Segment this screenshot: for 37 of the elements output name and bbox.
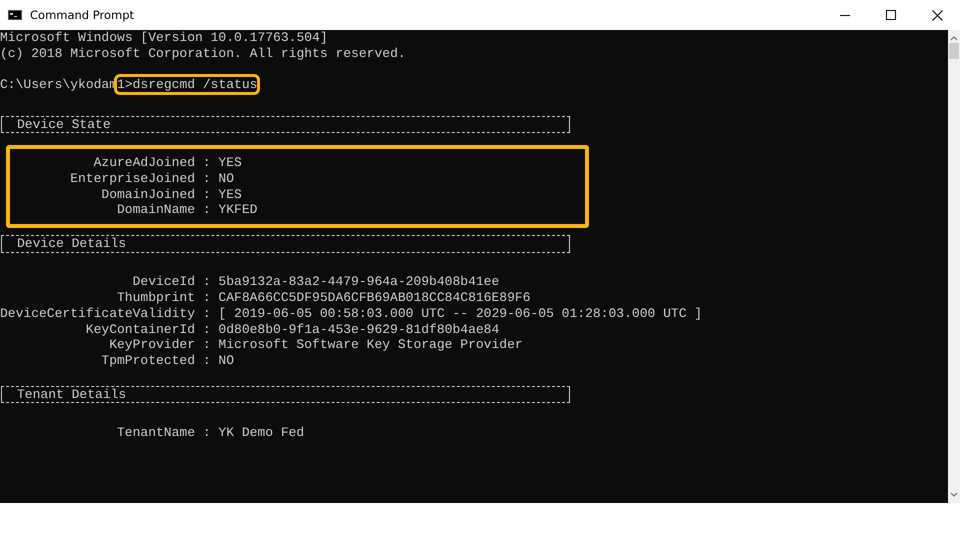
scrollbar[interactable] (948, 30, 960, 503)
field-label: DomainName : (116, 202, 211, 218)
field-value: 0d80e8b0-9f1a-453e-9629-81df80b4ae84 (218, 322, 500, 338)
console-line: (c) 2018 Microsoft Corporation. All rights reserved. (0, 46, 406, 61)
field-label: KeyProvider : (108, 337, 211, 353)
field-value: YKFED (218, 202, 258, 218)
field-label: TpmProtected : (100, 353, 211, 369)
console-icon (8, 10, 22, 20)
field-value: YK Demo Fed (218, 425, 304, 441)
field-value: Microsoft Software Key Storage Provider (218, 337, 523, 353)
field-label: EnterpriseJoined : (69, 170, 211, 186)
field-value: YES (218, 155, 242, 171)
console-line: Microsoft Windows [Version 10.0.17763.504] (0, 30, 328, 45)
field-label: DomainJoined : (100, 186, 211, 202)
section-title: Device State (17, 116, 111, 132)
scroll-up-icon[interactable] (950, 35, 958, 41)
section-title: Tenant Details (17, 386, 126, 402)
scroll-thumb[interactable] (949, 43, 959, 59)
field-value: [ 2019-06-05 00:58:03.000 UTC -- 2029-06-05 01:28:03.000 UTC ] (218, 306, 702, 322)
window-title: Command Prompt (30, 8, 134, 22)
scroll-down-icon[interactable] (950, 492, 958, 498)
field-label: Thumbprint : (116, 290, 211, 306)
field-value: NO (218, 170, 234, 186)
field-value: 5ba9132a-83a2-4479-964a-209b408b41ee (218, 274, 500, 290)
close-icon (932, 10, 942, 20)
field-label: DeviceCertificateValidity : (0, 306, 211, 322)
field-label: DeviceId : (132, 274, 211, 290)
field-value: CAF8A66CC5DF95DA6CFB69AB018CC84C816E89F6 (218, 290, 530, 306)
field-value: NO (218, 353, 234, 369)
prompt-path: C:\Users\ykodam (0, 77, 118, 92)
field-value: YES (218, 186, 242, 202)
command-text: 1>dsregcmd /status (117, 77, 258, 92)
field-label: AzureAdJoined : (92, 155, 211, 171)
field-label: KeyContainerId : (84, 322, 211, 338)
maximize-icon (886, 10, 896, 20)
section-title: Device Details (17, 236, 126, 252)
field-label: TenantName : (116, 425, 211, 441)
